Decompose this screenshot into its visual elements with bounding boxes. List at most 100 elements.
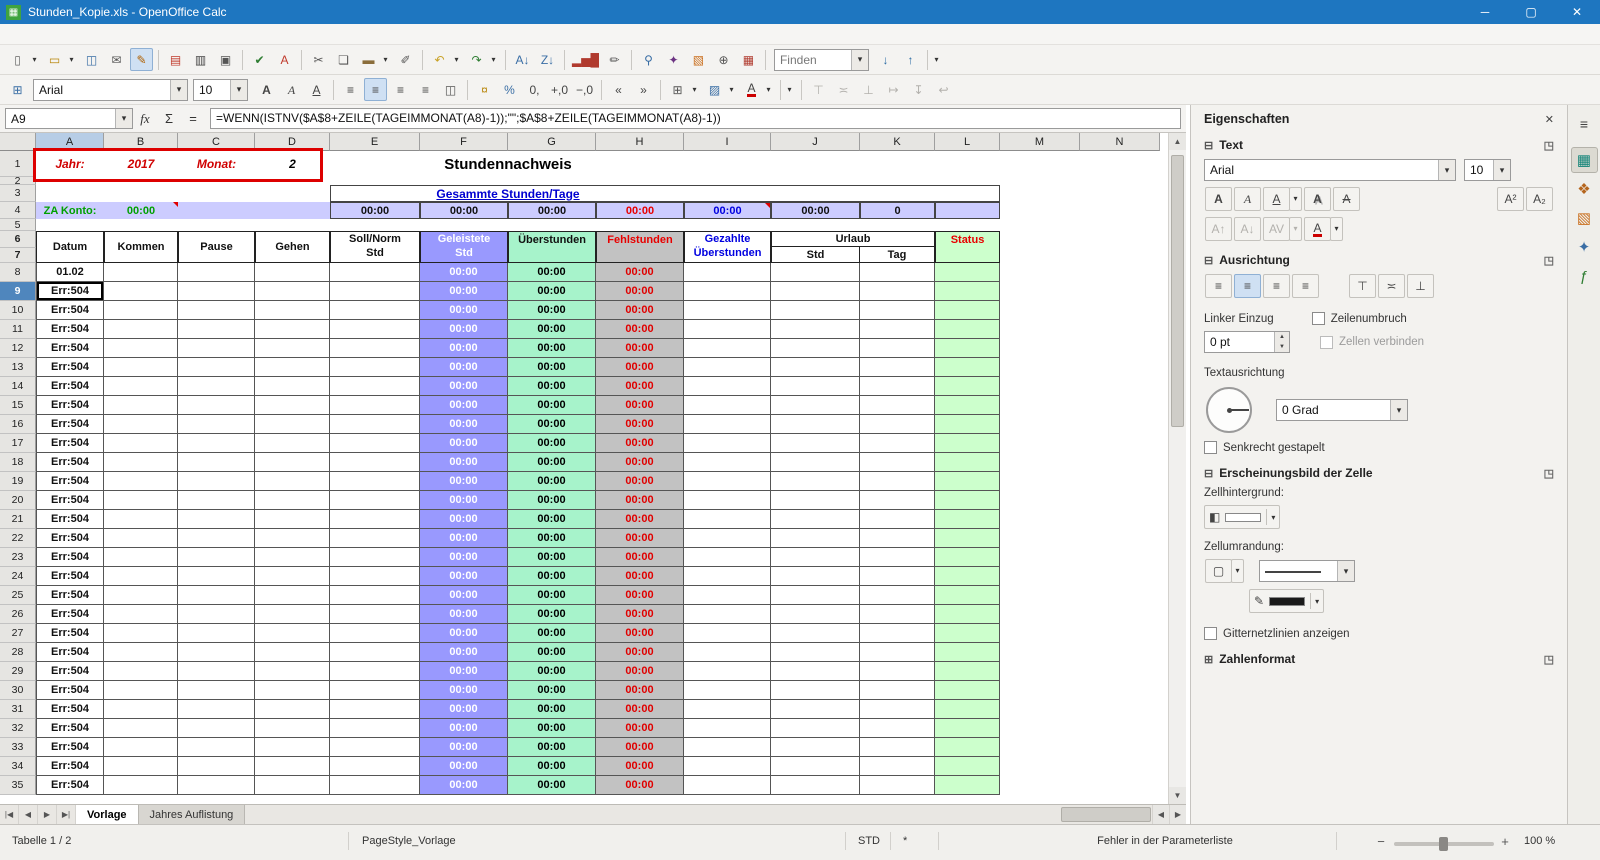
cell-soll[interactable] <box>330 301 420 320</box>
text-dialog-launcher-icon[interactable]: ◳ <box>1544 139 1554 152</box>
cell-status[interactable] <box>935 282 1000 301</box>
properties-deck-icon[interactable]: ▦ <box>1570 147 1598 173</box>
summary-title-cell[interactable]: Gesammte Stunden/Tage <box>330 185 1000 202</box>
cell-gehen[interactable] <box>255 339 330 358</box>
spinner-arrows[interactable]: ▲ ▼ <box>1274 332 1289 352</box>
cell-kommen[interactable] <box>104 681 178 700</box>
row-header[interactable]: 35 <box>0 776 36 795</box>
panel-align-bottom-button[interactable]: ⊥ <box>1407 274 1434 298</box>
column-header-b[interactable]: B <box>104 133 178 151</box>
cell-ueberstunden[interactable]: 00:00 <box>508 548 596 567</box>
cell-pause[interactable] <box>178 662 255 681</box>
minimize-button[interactable]: ─ <box>1462 0 1508 24</box>
cell-gezahlte[interactable] <box>684 567 771 586</box>
font-name-dropdown-icon[interactable]: ▾ <box>170 79 187 100</box>
cell-urlaub-std[interactable] <box>771 358 860 377</box>
cell-ueberstunden[interactable]: 00:00 <box>508 472 596 491</box>
cell-pause[interactable] <box>178 434 255 453</box>
functions-deck-icon[interactable]: ƒ <box>1571 263 1598 289</box>
cell-soll[interactable] <box>330 776 420 795</box>
cell-gezahlte[interactable] <box>684 662 771 681</box>
panel-align-right-button[interactable]: ≡ <box>1263 274 1290 298</box>
panel-bold-button[interactable]: A <box>1205 187 1232 211</box>
cell-geleistete[interactable]: 00:00 <box>420 301 508 320</box>
cell-pause[interactable] <box>178 757 255 776</box>
text-direction-ltr-button[interactable]: ↦ <box>882 78 905 101</box>
cell-datum[interactable]: Err:504 <box>36 358 104 377</box>
cell-urlaub-tag[interactable] <box>860 643 935 662</box>
cell-geleistete[interactable]: 00:00 <box>420 681 508 700</box>
center-vertically-button[interactable]: ≍ <box>832 78 855 101</box>
row-header[interactable]: 15 <box>0 396 36 415</box>
cell-gezahlte[interactable] <box>684 434 771 453</box>
cell-status[interactable] <box>935 472 1000 491</box>
row-header[interactable]: 13 <box>0 358 36 377</box>
cell-kommen[interactable] <box>104 510 178 529</box>
delete-decimal-button[interactable]: −,0 <box>573 78 596 101</box>
edit-file-button[interactable]: ✎ <box>130 48 153 71</box>
cell-pause[interactable] <box>178 681 255 700</box>
zoom-out-button[interactable]: − <box>1374 834 1388 849</box>
cell-urlaub-std[interactable] <box>771 377 860 396</box>
cell[interactable] <box>1000 491 1080 510</box>
row-header[interactable]: 24 <box>0 567 36 586</box>
cell[interactable] <box>1080 282 1160 301</box>
cell-ueberstunden[interactable]: 00:00 <box>508 586 596 605</box>
cell-urlaub-tag[interactable] <box>860 586 935 605</box>
cell-fehlstunden[interactable]: 00:00 <box>596 415 684 434</box>
expand-icon[interactable]: ⊞ <box>1204 653 1213 666</box>
cell-geleistete[interactable]: 00:00 <box>420 434 508 453</box>
cell-pause[interactable] <box>178 738 255 757</box>
cell-urlaub-std[interactable] <box>771 415 860 434</box>
header-gezahlte-ueberstunden[interactable]: Gezahlte Überstunden <box>684 231 771 263</box>
menu-daten[interactable] <box>102 32 118 36</box>
column-header-h[interactable]: H <box>596 133 684 151</box>
cell-ueberstunden[interactable]: 00:00 <box>508 396 596 415</box>
header-kommen[interactable]: Kommen <box>104 231 178 263</box>
font-color-button[interactable]: A <box>740 78 763 101</box>
font-size-dropdown-icon[interactable]: ▾ <box>230 79 247 100</box>
cell-datum[interactable]: Err:504 <box>36 491 104 510</box>
cell-gehen[interactable] <box>255 415 330 434</box>
new-document-button[interactable]: ▯ <box>6 48 29 71</box>
panel-font-color-button[interactable]: A <box>1304 217 1331 241</box>
header-ueberstunden[interactable]: Überstunden <box>508 231 596 263</box>
cell-pause[interactable] <box>178 472 255 491</box>
export-pdf-button[interactable]: ▤ <box>164 48 187 71</box>
cell-gehen[interactable] <box>255 529 330 548</box>
cell-fehlstunden[interactable]: 00:00 <box>596 605 684 624</box>
cell-gezahlte[interactable] <box>684 529 771 548</box>
cell-datum[interactable]: Err:504 <box>36 282 104 301</box>
header-status[interactable]: Status <box>935 231 1000 263</box>
cell-soll[interactable] <box>330 548 420 567</box>
cell-urlaub-std[interactable] <box>771 453 860 472</box>
align-right-button[interactable]: ≡ <box>389 78 412 101</box>
border-presets-dropdown[interactable]: ▾ <box>1231 559 1244 583</box>
dropdown-icon[interactable]: ▾ <box>1493 160 1510 180</box>
row-header[interactable]: 4 <box>0 202 36 219</box>
cell-sum-soll[interactable]: 00:00 <box>330 202 420 219</box>
subscript-button[interactable]: A₂ <box>1526 187 1553 211</box>
cell-status[interactable] <box>935 320 1000 339</box>
header-pause[interactable]: Pause <box>178 231 255 263</box>
cell[interactable] <box>1000 282 1080 301</box>
cell-urlaub-std[interactable] <box>771 567 860 586</box>
cell-urlaub-tag[interactable] <box>860 320 935 339</box>
cell-gezahlte[interactable] <box>684 339 771 358</box>
cell[interactable] <box>1000 681 1080 700</box>
cell-gehen[interactable] <box>255 263 330 282</box>
cell-kommen[interactable] <box>104 472 178 491</box>
cell-ueberstunden[interactable]: 00:00 <box>508 643 596 662</box>
panel-align-center-button[interactable]: ≡ <box>1234 274 1261 298</box>
formatting-toolbar-overflow[interactable]: ▾ <box>783 78 796 101</box>
cell-gehen[interactable] <box>255 472 330 491</box>
cell-status[interactable] <box>935 738 1000 757</box>
cell-urlaub-tag[interactable] <box>860 491 935 510</box>
cell-soll[interactable] <box>330 282 420 301</box>
column-header-a[interactable]: A <box>36 133 104 151</box>
cell-kommen[interactable] <box>104 434 178 453</box>
cell-urlaub-std[interactable] <box>771 662 860 681</box>
column-header-c[interactable]: C <box>178 133 255 151</box>
find-dropdown-icon[interactable]: ▾ <box>850 49 868 70</box>
scroll-left-icon[interactable]: ◀ <box>1152 805 1169 824</box>
